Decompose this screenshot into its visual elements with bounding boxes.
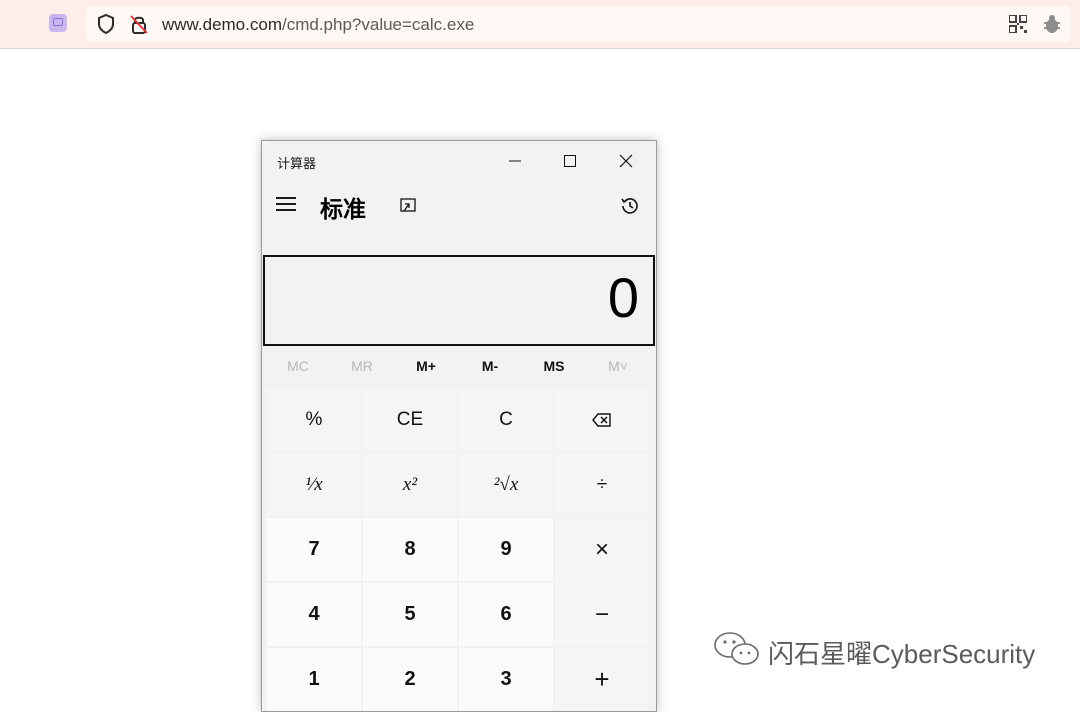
subtract-button[interactable]: − <box>555 583 649 646</box>
page-favicon-icon[interactable] <box>49 14 67 32</box>
memory-row: MC MR M+ M- MS M˅ <box>265 352 653 382</box>
memory-list-button[interactable]: M˅ <box>586 358 650 374</box>
wechat-logo-icon <box>714 632 759 665</box>
memory-subtract-button[interactable]: M- <box>458 358 522 374</box>
minimize-button[interactable] <box>492 145 538 177</box>
window-title: 计算器 <box>277 156 317 171</box>
memory-clear-button[interactable]: MC <box>266 358 330 374</box>
calculator-window: 计算器 标准 0 MC MR M+ M- MS M˅ % CE C ¹⁄x x²… <box>261 140 657 712</box>
square-button[interactable]: x² <box>363 453 457 516</box>
backspace-button[interactable] <box>555 388 649 451</box>
qr-code-icon[interactable] <box>1009 15 1027 33</box>
clear-button[interactable]: C <box>459 388 553 451</box>
mode-title: 标准 <box>320 196 366 222</box>
digit-3-button[interactable]: 3 <box>459 648 553 711</box>
insecure-lock-icon[interactable] <box>129 13 149 35</box>
reciprocal-button[interactable]: ¹⁄x <box>267 453 361 516</box>
square-root-button[interactable]: ²√x <box>459 453 553 516</box>
close-icon <box>619 154 633 168</box>
result-display: 0 <box>263 255 655 346</box>
digit-1-button[interactable]: 1 <box>267 648 361 711</box>
history-icon[interactable] <box>619 195 641 217</box>
digit-8-button[interactable]: 8 <box>363 518 457 581</box>
maximize-icon <box>564 155 576 167</box>
memory-add-button[interactable]: M+ <box>394 358 458 374</box>
url-path: /cmd.php?value=calc.exe <box>281 15 475 34</box>
digit-2-button[interactable]: 2 <box>363 648 457 711</box>
maximize-button[interactable] <box>547 145 593 177</box>
calculator-header: 标准 <box>262 185 656 227</box>
bug-icon[interactable] <box>1042 13 1062 35</box>
digit-9-button[interactable]: 9 <box>459 518 553 581</box>
backspace-icon <box>592 412 611 427</box>
shield-icon[interactable] <box>96 13 116 35</box>
close-button[interactable] <box>603 145 649 177</box>
memory-store-button[interactable]: MS <box>522 358 586 374</box>
browser-toolbar: www.demo.com/cmd.php?value=calc.exe <box>0 0 1080 49</box>
digit-4-button[interactable]: 4 <box>267 583 361 646</box>
divide-button[interactable]: ÷ <box>555 453 649 516</box>
menu-icon[interactable] <box>276 197 296 213</box>
multiply-button[interactable]: × <box>555 518 649 581</box>
add-button[interactable]: + <box>555 648 649 711</box>
minimize-icon <box>509 160 521 162</box>
memory-recall-button[interactable]: MR <box>330 358 394 374</box>
digit-6-button[interactable]: 6 <box>459 583 553 646</box>
percent-button[interactable]: % <box>267 388 361 451</box>
url-text[interactable]: www.demo.com/cmd.php?value=calc.exe <box>162 15 474 35</box>
digit-7-button[interactable]: 7 <box>267 518 361 581</box>
keep-on-top-icon[interactable] <box>398 196 418 216</box>
clear-entry-button[interactable]: CE <box>363 388 457 451</box>
watermark-text: 闪石星曜CyberSecurity <box>768 639 1036 669</box>
title-bar[interactable]: 计算器 <box>262 141 656 181</box>
display-value: 0 <box>607 266 639 329</box>
digit-5-button[interactable]: 5 <box>363 583 457 646</box>
url-domain: www.demo.com <box>162 15 282 34</box>
